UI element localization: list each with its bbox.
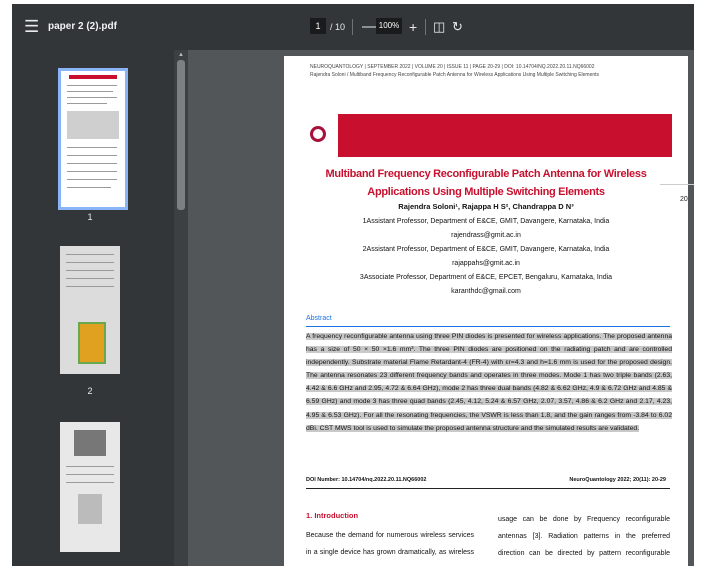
thumb-line	[67, 147, 117, 148]
thumb-line	[67, 155, 117, 156]
affiliation: 1Assistant Professor, Department of E&CE…	[362, 218, 610, 225]
pdf-page-1: NEUROQUANTOLOGY | SEPTEMBER 2022 | VOLUM…	[284, 56, 688, 566]
thumb-line	[66, 254, 114, 255]
divider	[425, 19, 426, 35]
email: rajappahs@gmit.ac.in	[452, 260, 520, 267]
doi: DOI Number: 10.14704/nq.2022.20.11.NQ660…	[306, 477, 427, 483]
thumb-line	[67, 97, 117, 98]
pdf-viewer-window: ☰ paper 2 (2).pdf 1 / 10 — 100% + ◫ ↻ 1	[12, 4, 694, 566]
fit-page-icon[interactable]: ◫	[433, 4, 445, 50]
divider	[352, 19, 353, 35]
divider	[306, 326, 670, 327]
thumb-line	[67, 179, 117, 180]
abstract-text: A frequency reconfigurable antenna using…	[306, 330, 672, 435]
page-number-input[interactable]: 1	[310, 18, 326, 34]
side-page-number: 20	[680, 196, 688, 203]
running-header: Rajendra Soloni / Multiband Frequency Re…	[310, 72, 600, 78]
abstract-heading: Abstract	[306, 315, 332, 322]
running-header: NEUROQUANTOLOGY | SEPTEMBER 2022 | VOLUM…	[310, 64, 595, 70]
affiliation: 3Associate Professor, Department of E&CE…	[359, 274, 613, 281]
zoom-out-button[interactable]: —	[362, 4, 377, 50]
thumb-line	[67, 91, 113, 92]
thumbnail-page-3[interactable]	[60, 422, 120, 552]
journal-banner	[338, 114, 672, 157]
section-heading: 1. Introduction	[306, 511, 359, 520]
divider	[660, 184, 694, 185]
toolbar: ☰ paper 2 (2).pdf 1 / 10 — 100% + ◫ ↻	[12, 4, 694, 50]
thumb-figure	[78, 494, 102, 524]
sidebar-scrollbar[interactable]: ▲	[174, 50, 188, 566]
thumbnail-number: 1	[87, 212, 93, 222]
thumbnail-sidebar: 1 2	[12, 50, 174, 566]
thumb-title-bar	[69, 75, 117, 79]
thumb-line	[66, 262, 114, 263]
thumb-abstract-block	[67, 111, 119, 139]
scroll-up-arrow-icon[interactable]: ▲	[177, 52, 185, 58]
file-name: paper 2 (2).pdf	[48, 21, 117, 32]
email: karanthdc@gmail.com	[451, 288, 521, 295]
rotate-icon[interactable]: ↻	[452, 4, 463, 50]
thumb-line	[67, 85, 117, 86]
thumb-line	[67, 103, 107, 104]
thumb-figure	[78, 322, 106, 364]
thumb-line	[66, 466, 114, 467]
body-text-right-column: usage can be done by Frequency reconfigu…	[498, 516, 670, 557]
journal-logo-icon	[310, 126, 326, 142]
thumbnail-page-1[interactable]	[58, 68, 128, 210]
thumb-line	[66, 482, 114, 483]
paper-title: Applications Using Multiple Switching El…	[367, 186, 605, 198]
divider	[306, 488, 670, 489]
thumb-line	[67, 187, 111, 188]
page-total: / 10	[330, 22, 346, 32]
thumb-line	[66, 278, 114, 279]
thumb-line	[66, 270, 114, 271]
paper-title: Multiband Frequency Reconfigurable Patch…	[325, 168, 647, 180]
journal-citation: NeuroQuantology 2022; 20(11): 20-29	[569, 477, 666, 483]
document-viewer: NEUROQUANTOLOGY | SEPTEMBER 2022 | VOLUM…	[188, 50, 694, 566]
thumb-line	[66, 286, 114, 287]
thumb-line	[66, 474, 114, 475]
thumb-figure	[74, 430, 106, 456]
zoom-level-input[interactable]: 100%	[376, 18, 402, 34]
body-text-left-column: Because the demand for numerous wireless…	[306, 532, 474, 556]
menu-icon[interactable]: ☰	[24, 4, 39, 50]
abstract-highlight: A frequency reconfigurable antenna using…	[306, 333, 672, 432]
email: rajendrass@gmit.ac.in	[451, 232, 521, 239]
thumb-line	[67, 171, 117, 172]
zoom-in-button[interactable]: +	[409, 4, 417, 50]
thumbnail-number: 2	[87, 386, 93, 396]
scroll-thumb[interactable]	[177, 60, 185, 210]
affiliation: 2Assistant Professor, Department of E&CE…	[362, 246, 610, 253]
authors: Rajendra Soloni¹, Rajappa H S², Chandrap…	[398, 202, 574, 211]
thumbnail-page-2[interactable]	[60, 246, 120, 374]
thumb-line	[67, 163, 117, 164]
